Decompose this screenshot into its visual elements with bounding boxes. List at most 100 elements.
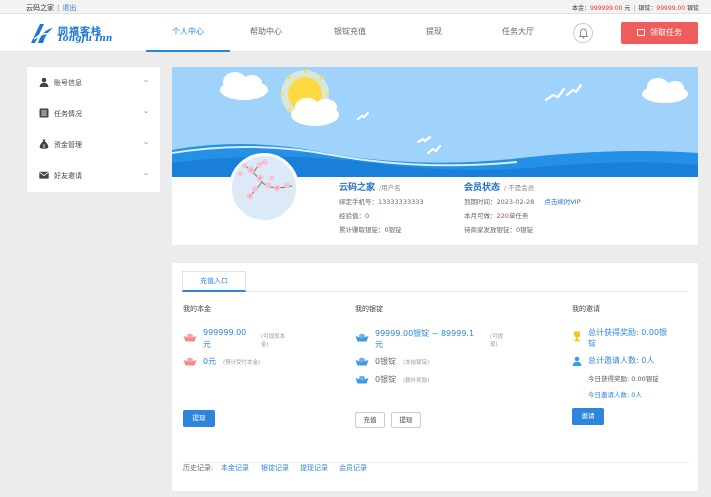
chevron-down-icon: ⌄ <box>141 138 151 146</box>
sidebar-item-tasks[interactable]: 任务情况 ⌄ <box>27 98 160 129</box>
user-role: /用户名 <box>379 184 401 192</box>
total-invited: 总计邀请人数: 0人 <box>588 356 655 365</box>
exp-row: 经验值：0 <box>339 210 369 220</box>
pending-label: 待商家发放银锭： <box>464 226 516 234</box>
phone-label: 绑定手机号： <box>339 198 378 206</box>
ingot-label: 银锭： <box>638 5 657 12</box>
total-reward: 总计获得奖励: 0.00银 <box>588 328 668 337</box>
month-label: 本月可做： <box>464 212 497 220</box>
convert-button[interactable]: 提现 <box>391 412 421 428</box>
chevron-down-icon: ⌄ <box>141 76 151 84</box>
member-status-title: 会员状态 <box>464 183 501 193</box>
earned-row: 累计赚取银锭：0银锭 <box>339 224 402 234</box>
balance-summary: 本金：999999.00 元 | 银锭：99999.00 银锭 <box>572 3 699 12</box>
funds-panel: 充值入口 我的本金 999999.00 元 (可提现本 金) 0元 (预计受付本… <box>172 263 698 491</box>
my-ingot-title: 我的银锭 <box>355 305 383 313</box>
top-bar-left: 云码之家 | 退出 <box>26 3 76 13</box>
frozen-row: 0元 (预计受付本金) <box>183 356 333 368</box>
member-status-row: 会员状态 / 不是会员 <box>464 180 534 193</box>
nav-task-hall[interactable]: 任务大厅 <box>476 14 560 52</box>
history-link-ingot[interactable]: 银锭记录 <box>261 463 289 473</box>
task-icon <box>637 29 645 36</box>
chevron-down-icon: ⌄ <box>141 169 151 177</box>
tab-recharge-entry[interactable]: 充值入口 <box>182 271 246 292</box>
earned-label: 累计赚取银锭： <box>339 226 385 234</box>
ingot-row: 99999.00银锭 ~ 89999.1 元 (可提 现) <box>355 328 515 352</box>
bonus-ingot-note: (额外奖励) <box>403 378 430 384</box>
sidebar-item-funds[interactable]: $ 资金管理 ⌄ <box>27 129 160 160</box>
logo-mark-icon <box>31 24 53 43</box>
principal-value: 999999.00 <box>589 5 623 12</box>
cherry-blossom-image <box>232 156 296 220</box>
exp-label: 经验值： <box>339 212 365 220</box>
member-status-value: / 不是会员 <box>504 184 535 192</box>
invite-button[interactable]: 邀请 <box>572 408 604 425</box>
phone-row: 绑定手机号：13333333333 <box>339 196 424 206</box>
claim-task-button[interactable]: 领取任务 <box>621 22 698 44</box>
username: 云码之家 <box>339 183 376 193</box>
phone-value: 13333333333 <box>378 198 424 206</box>
notification-button[interactable] <box>573 23 593 43</box>
user-icon <box>572 356 582 366</box>
history-link-member[interactable]: 会员记录 <box>339 463 367 473</box>
principal-row: 999999.00 元 (可提现本 金) <box>183 328 333 352</box>
blue-ingot-icon <box>355 357 369 366</box>
ingot-value: 99999.00 <box>656 5 686 12</box>
principal-amount: 999999.00 <box>203 328 247 337</box>
bell-icon <box>579 28 588 39</box>
nav-help-center[interactable]: 帮助中心 <box>224 14 308 52</box>
principal-note-line2: 金) <box>261 342 269 348</box>
silver-ingot-icon <box>183 357 197 366</box>
monthly-quota-row: 本月可做：220单任务 <box>464 210 528 220</box>
envelope-icon <box>39 171 49 179</box>
sidebar-item-label: 账号信息 <box>54 79 82 87</box>
separator: | <box>57 4 60 12</box>
month-unit: 单任务 <box>508 212 529 220</box>
expire-label: 到期时间： <box>464 198 497 206</box>
nav-personal-center[interactable]: 个人中心 <box>146 14 230 52</box>
ingot-note-line2: 现) <box>490 342 498 348</box>
svg-text:$: $ <box>43 143 46 149</box>
pending-row: 待商家发放银锭：0银锭 <box>464 224 533 234</box>
nav-withdraw[interactable]: 提现 <box>392 14 476 52</box>
logo-en: Tongfu Inn <box>57 34 113 44</box>
list-icon <box>39 108 49 118</box>
avatar[interactable] <box>229 153 299 223</box>
earned-value: 0银锭 <box>384 226 402 234</box>
principal-unit: 元 <box>203 340 211 349</box>
expire-row: 到期时间：2023-02-28 点击续时VIP <box>464 196 581 206</box>
ingot-amount: 99999.00银锭 ~ 89999.1 <box>375 329 475 338</box>
principal-label: 本金： <box>571 5 590 12</box>
expire-value: 2023-02-28 <box>496 198 535 206</box>
history-link-withdraw[interactable]: 提现记录 <box>300 463 328 473</box>
frozen-ingot-row: 0银锭 (冻结银锭) <box>355 356 505 368</box>
total-invited-row: 总计邀请人数: 0人 <box>572 355 692 367</box>
recharge-button[interactable]: 充值 <box>355 412 385 428</box>
frozen-ingot-note: (冻结银锭) <box>403 360 430 366</box>
logo[interactable]: 同福客栈 Tongfu Inn <box>30 20 120 46</box>
my-principal-title: 我的本金 <box>183 305 211 313</box>
principal-unit: 元 <box>624 5 631 12</box>
withdraw-button[interactable]: 提现 <box>183 410 215 427</box>
sidebar: 账号信息 ⌄ 任务情况 ⌄ $ 资金管理 ⌄ 好友邀请 ⌄ <box>27 67 160 192</box>
pending-value: 0银锭 <box>516 226 534 234</box>
ingot-note-line1: (可提 <box>490 334 504 340</box>
renew-vip-link[interactable]: 点击续时VIP <box>544 198 580 206</box>
nav-ingot-recharge[interactable]: 银锭充值 <box>308 14 392 52</box>
site-name: 云码之家 <box>26 4 54 12</box>
logout-link[interactable]: 退出 <box>62 4 76 12</box>
user-icon <box>39 77 49 87</box>
bonus-ingot-amount: 0银锭 <box>375 375 397 384</box>
history-link-principal[interactable]: 本金记录 <box>221 463 249 473</box>
header: 同福客栈 Tongfu Inn 个人中心 帮助中心 银锭充值 提现 任务大厅 领… <box>0 14 711 52</box>
money-bag-icon: $ <box>39 139 49 149</box>
bonus-ingot-row: 0银锭 (额外奖励) <box>355 374 505 386</box>
history-label: 历史记录: <box>183 464 214 472</box>
principal-note-line1: (可提现本 <box>261 334 286 340</box>
sidebar-item-invite[interactable]: 好友邀请 ⌄ <box>27 160 160 191</box>
top-bar: 云码之家 | 退出 本金：999999.00 元 | 银锭：99999.00 银锭 <box>0 0 711 14</box>
tab-bar: 充值入口 <box>182 271 688 292</box>
frozen-ingot-amount: 0银锭 <box>375 357 397 366</box>
sidebar-item-account[interactable]: 账号信息 ⌄ <box>27 67 160 98</box>
sidebar-item-label: 资金管理 <box>54 141 82 149</box>
